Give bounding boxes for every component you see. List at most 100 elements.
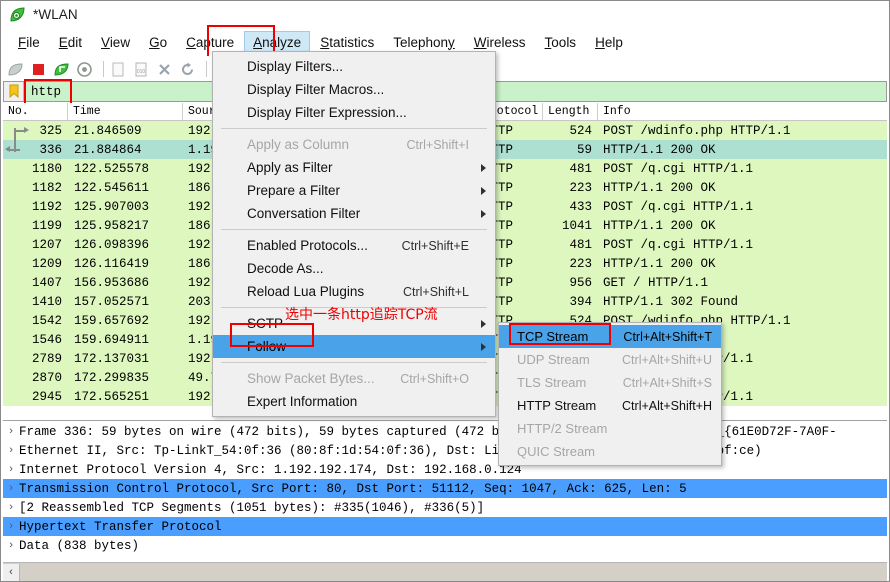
menu-item-follow[interactable]: Follow <box>213 335 495 358</box>
menu-item-prepare-a-filter[interactable]: Prepare a Filter <box>213 179 495 202</box>
chevron-left-icon[interactable]: ‹ <box>3 563 20 581</box>
wireshark-fin-icon <box>9 6 26 23</box>
submenu-item-http-stream[interactable]: HTTP Stream Ctrl+Alt+Shift+H <box>499 394 721 417</box>
submenu-item-label: TCP Stream <box>517 329 589 344</box>
follow-submenu[interactable]: TCP Stream Ctrl+Alt+Shift+T UDP Stream Ctrl… <box>498 322 722 466</box>
packet-length: 481 <box>569 237 592 252</box>
menu-item-label: Show Packet Bytes... <box>247 371 375 386</box>
menu-item-sctp[interactable]: SCTP <box>213 312 495 335</box>
menu-edit[interactable]: Edit <box>50 31 91 54</box>
submenu-item-label: HTTP/2 Stream <box>517 421 608 436</box>
packet-no: 2945 <box>31 389 62 404</box>
detail-row-text: Data (838 bytes) <box>19 538 140 553</box>
chevron-right-icon[interactable]: › <box>3 521 19 533</box>
menu-help[interactable]: Help <box>586 31 632 54</box>
menu-tools[interactable]: Tools <box>536 31 586 54</box>
detail-row-text: [2 Reassembled TCP Segments (1051 bytes)… <box>19 500 485 515</box>
analyze-dropdown-menu[interactable]: Display Filters... Display Filter Macros.… <box>212 51 496 417</box>
packet-time: 122.525578 <box>74 161 150 176</box>
packet-no: 1407 <box>31 275 62 290</box>
menu-item-apply-as-filter[interactable]: Apply as Filter <box>213 156 495 179</box>
menu-go[interactable]: Go <box>140 31 176 54</box>
packet-length: 433 <box>569 199 592 214</box>
column-header-time[interactable]: Time <box>68 103 183 120</box>
detail-row[interactable]: › Frame 336: 59 bytes on wire (472 bits),… <box>3 422 887 441</box>
chevron-right-icon[interactable]: › <box>3 483 19 495</box>
packet-no: 1209 <box>31 256 62 271</box>
chevron-right-icon[interactable]: › <box>3 426 19 438</box>
packet-no: 1542 <box>31 313 62 328</box>
menu-item-label: Enabled Protocols... <box>247 238 368 253</box>
submenu-item-label: UDP Stream <box>517 352 590 367</box>
detail-row[interactable]: › Hypertext Transfer Protocol <box>3 517 887 536</box>
packet-time: 125.907003 <box>74 199 150 214</box>
open-file-icon[interactable] <box>109 60 128 79</box>
packet-details-pane[interactable]: › Frame 336: 59 bytes on wire (472 bits),… <box>3 422 887 561</box>
menu-item-label: SCTP <box>247 316 284 331</box>
menu-item-label: Display Filter Macros... <box>247 82 385 97</box>
menu-item-display-filters[interactable]: Display Filters... <box>213 55 495 78</box>
menu-item-enabled-protocols[interactable]: Enabled Protocols... Ctrl+Shift+E <box>213 234 495 257</box>
packet-length: 481 <box>569 161 592 176</box>
menu-separator <box>221 128 487 129</box>
column-header-length[interactable]: Length <box>543 103 598 120</box>
packet-no: 336 <box>39 142 62 157</box>
reload-file-icon[interactable] <box>178 60 197 79</box>
packet-info: GET / HTTP/1.1 <box>603 275 709 290</box>
menu-item-label: Apply as Column <box>247 137 350 152</box>
chevron-right-icon[interactable]: › <box>3 445 19 457</box>
detail-row[interactable]: › Transmission Control Protocol, Src Port… <box>3 479 887 498</box>
submenu-item-tcp-stream[interactable]: TCP Stream Ctrl+Alt+Shift+T <box>499 325 721 348</box>
packet-info: POST /q.cgi HTTP/1.1 <box>603 199 754 214</box>
detail-row[interactable]: › Data (838 bytes) <box>3 536 887 555</box>
detail-row[interactable]: › Ethernet II, Src: Tp-LinkT_54:0f:36 (80… <box>3 441 887 460</box>
menu-item-label: Expert Information <box>247 394 358 409</box>
close-file-icon[interactable] <box>155 60 174 79</box>
toolbar-separator <box>103 61 104 77</box>
submenu-item-shortcut: Ctrl+Alt+Shift+T <box>623 329 712 344</box>
chevron-right-icon[interactable]: › <box>3 464 19 476</box>
packet-length: 524 <box>569 123 592 138</box>
restart-capture-icon[interactable] <box>52 60 71 79</box>
menu-item-decode-as[interactable]: Decode As... <box>213 257 495 280</box>
column-header-info[interactable]: Info <box>598 103 887 120</box>
menu-item-display-filter-expression[interactable]: Display Filter Expression... <box>213 101 495 124</box>
packet-length: 223 <box>569 256 592 271</box>
packet-info: POST /wdinfo.php HTTP/1.1 <box>603 123 791 138</box>
capture-options-icon[interactable] <box>75 60 94 79</box>
packet-no: 325 <box>39 123 62 138</box>
bookmark-icon[interactable] <box>4 82 24 101</box>
menu-item-shortcut: Ctrl+Shift+O <box>400 371 469 386</box>
submenu-arrow-icon <box>481 186 486 195</box>
packet-time: 172.299835 <box>74 370 150 385</box>
menu-separator <box>221 229 487 230</box>
chevron-right-icon[interactable]: › <box>3 502 19 514</box>
start-capture-icon[interactable] <box>6 60 25 79</box>
menu-item-shortcut: Ctrl+Shift+I <box>406 137 469 152</box>
menu-item-conversation-filter[interactable]: Conversation Filter <box>213 202 495 225</box>
submenu-item-label: HTTP Stream <box>517 398 597 413</box>
details-horizontal-scrollbar[interactable]: ‹ <box>3 562 887 581</box>
packet-length: 223 <box>569 180 592 195</box>
menu-item-display-filter-macros[interactable]: Display Filter Macros... <box>213 78 495 101</box>
menu-file[interactable]: File <box>9 31 49 54</box>
chevron-right-icon[interactable]: › <box>3 540 19 552</box>
submenu-item-shortcut: Ctrl+Alt+Shift+S <box>622 375 712 390</box>
menu-view[interactable]: View <box>92 31 139 54</box>
packet-time: 21.846509 <box>74 123 142 138</box>
packet-no: 2789 <box>31 351 62 366</box>
packet-time: 156.953686 <box>74 275 150 290</box>
menu-item-reload-lua-plugins[interactable]: Reload Lua Plugins Ctrl+Shift+L <box>213 280 495 303</box>
column-header-no[interactable]: No. <box>3 103 68 120</box>
packet-no: 1180 <box>31 161 62 176</box>
submenu-item-quic-stream: QUIC Stream <box>499 440 721 463</box>
window-title: *WLAN <box>33 7 78 22</box>
detail-row[interactable]: › Internet Protocol Version 4, Src: 1.192… <box>3 460 887 479</box>
stop-capture-icon[interactable] <box>29 60 48 79</box>
packet-length: 1041 <box>561 218 592 233</box>
save-file-icon[interactable]: 010 <box>132 60 151 79</box>
packet-info: POST /q.cgi HTTP/1.1 <box>603 161 754 176</box>
detail-row[interactable]: › [2 Reassembled TCP Segments (1051 bytes… <box>3 498 887 517</box>
menu-item-expert-information[interactable]: Expert Information <box>213 390 495 413</box>
detail-row-text: Hypertext Transfer Protocol <box>19 519 222 534</box>
